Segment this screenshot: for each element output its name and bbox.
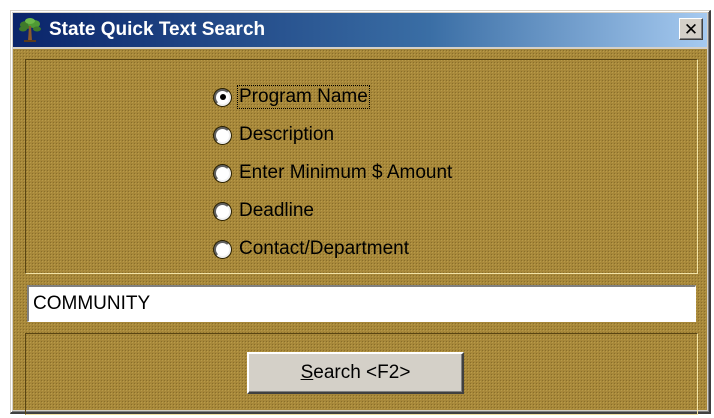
radio-button[interactable]	[214, 164, 231, 182]
dialog-body: Program Name Description Enter Minimum $…	[13, 49, 707, 415]
radio-button[interactable]	[214, 126, 231, 144]
search-button-panel: Search <F2>	[25, 333, 698, 415]
radio-label: Contact/Department	[239, 238, 410, 259]
radio-label: Deadline	[239, 200, 314, 221]
search-text-input[interactable]	[27, 285, 696, 322]
close-button[interactable]: ✕	[679, 18, 703, 40]
radio-option-deadline[interactable]: Deadline	[214, 192, 453, 230]
radio-option-contact-department[interactable]: Contact/Department	[214, 230, 453, 268]
search-button-label: earch <F2>	[313, 362, 411, 383]
title-bar[interactable]: State Quick Text Search ✕	[13, 13, 707, 47]
search-button-mnemonic: S	[300, 362, 314, 383]
radio-option-minimum-amount[interactable]: Enter Minimum $ Amount	[214, 154, 453, 192]
radio-option-description[interactable]: Description	[214, 116, 453, 154]
window-title: State Quick Text Search	[49, 19, 266, 40]
radio-label: Program Name	[237, 85, 370, 109]
radio-label: Description	[239, 124, 335, 145]
search-dialog-window: State Quick Text Search ✕ Program Name D…	[10, 10, 711, 415]
search-field-options-panel: Program Name Description Enter Minimum $…	[25, 59, 698, 274]
close-icon: ✕	[683, 19, 699, 39]
search-field-radio-group: Program Name Description Enter Minimum $…	[214, 78, 453, 268]
radio-button[interactable]	[214, 240, 231, 258]
search-button[interactable]: Search <F2>	[247, 352, 464, 394]
radio-option-program-name[interactable]: Program Name	[214, 78, 453, 116]
radio-label: Enter Minimum $ Amount	[239, 162, 453, 183]
radio-button-selected[interactable]	[214, 88, 231, 106]
radio-button[interactable]	[214, 202, 231, 220]
tree-icon	[19, 18, 41, 42]
